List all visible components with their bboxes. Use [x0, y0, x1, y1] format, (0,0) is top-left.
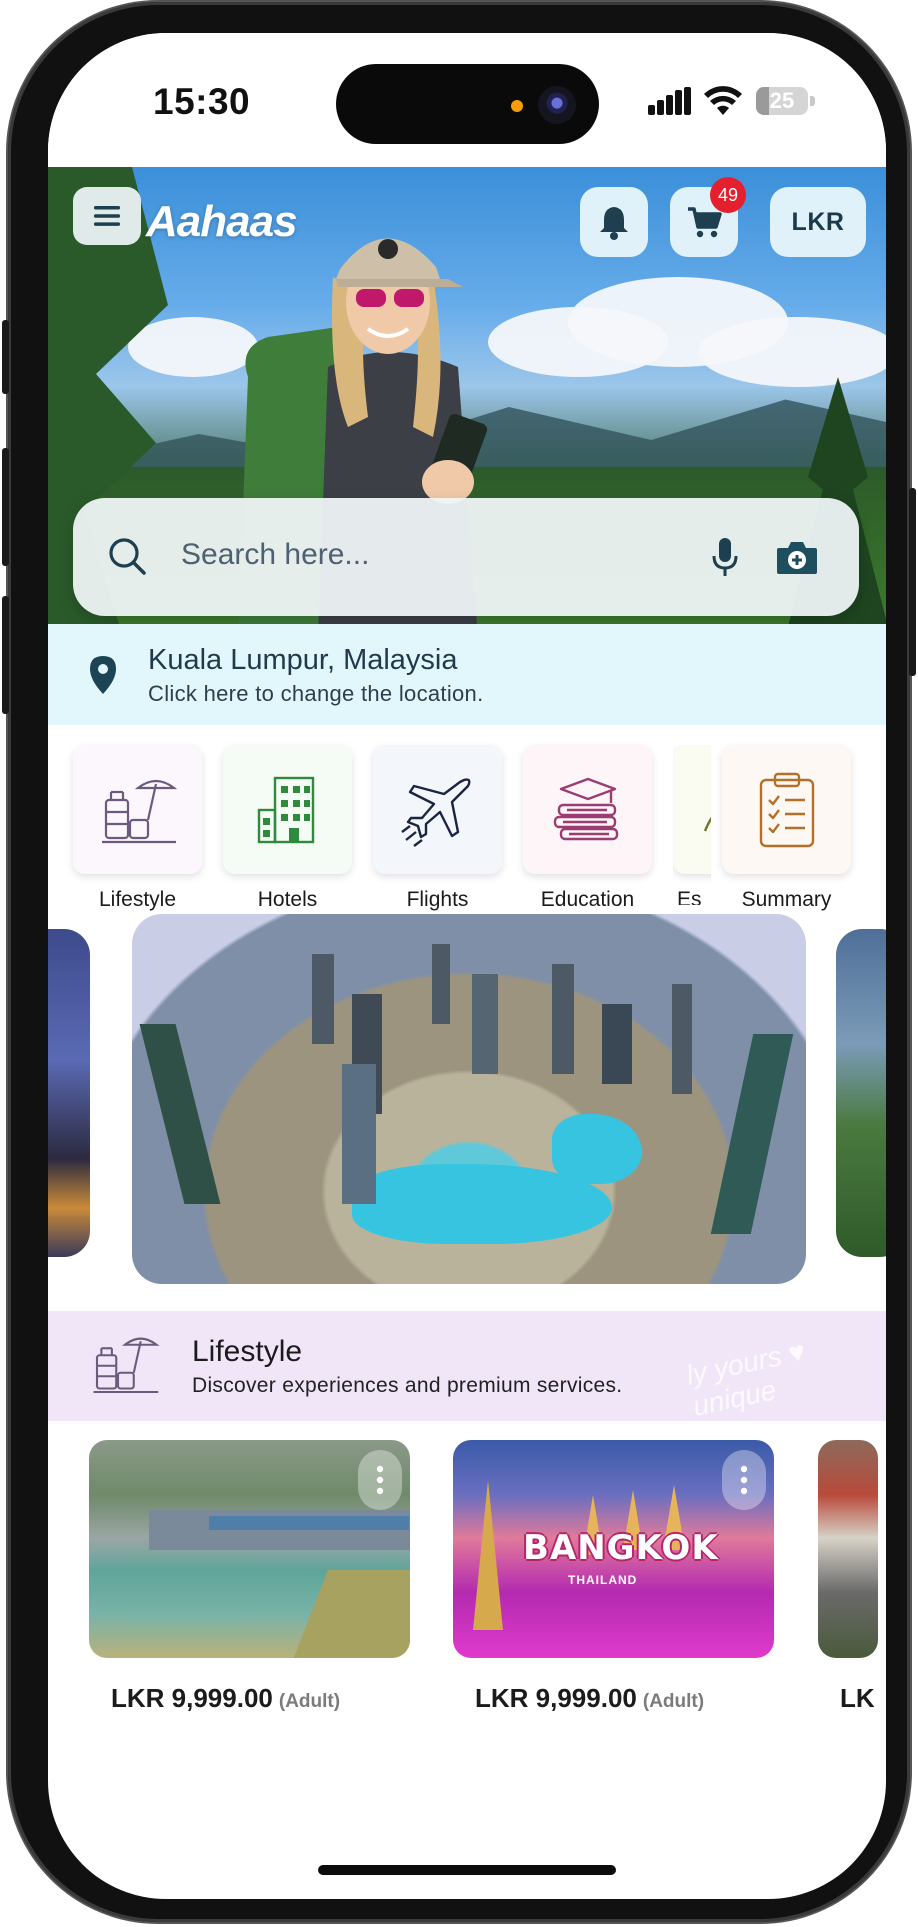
more-vertical-icon — [740, 1465, 748, 1495]
airplane-icon — [400, 777, 471, 847]
category-list: Lifestyle Hotels Flights Education Es Su… — [48, 745, 886, 911]
volume-down-button — [2, 596, 9, 714]
bangkok-text: BANGKOK — [523, 1528, 719, 1568]
price-unit: (Adult) — [278, 1691, 341, 1712]
search-icon — [109, 538, 146, 575]
search-bar[interactable]: Search here... — [73, 498, 859, 616]
wifi-icon — [704, 86, 742, 115]
side-button — [2, 320, 9, 394]
banner-slide-prev[interactable] — [48, 929, 90, 1257]
camera-icon[interactable] — [775, 538, 819, 576]
notifications-button[interactable] — [580, 187, 648, 257]
hotel-building-icon — [257, 776, 314, 843]
category-label: Hotels — [257, 888, 318, 911]
category-label: Education — [540, 888, 635, 911]
price-unit: (Adult) — [642, 1691, 705, 1712]
category-flights[interactable]: Flights — [373, 745, 502, 911]
more-options-button[interactable] — [722, 1450, 766, 1510]
cart-count-badge: 49 — [710, 177, 746, 213]
category-lifestyle[interactable]: Lifestyle — [73, 745, 202, 911]
currency-label: LKR — [791, 207, 845, 236]
bell-icon — [600, 207, 628, 240]
product-price: LKR 9,999.00 (Adult) — [111, 1683, 340, 1714]
category-summary[interactable]: Summary — [722, 745, 851, 911]
banner-slide-current[interactable] — [132, 914, 806, 1284]
home-indicator[interactable] — [318, 1865, 616, 1875]
search-input[interactable]: Search here... — [181, 538, 369, 572]
phone-frame: 15:30 25 Aahaas 49 LKR Search here... Ku… — [2, 2, 916, 1922]
location-city: Kuala Lumpur, Malaysia — [148, 644, 458, 676]
category-hotels[interactable]: Hotels — [223, 745, 352, 911]
status-bar: 15:30 25 — [48, 33, 886, 167]
price-value: LK — [840, 1683, 875, 1713]
lifestyle-icon — [101, 779, 177, 843]
category-label: Summary — [741, 888, 832, 911]
price-value: LKR 9,999.00 — [475, 1683, 637, 1713]
battery-tip — [810, 96, 815, 106]
clipboard-icon — [759, 772, 814, 847]
section-subtitle: Discover experiences and premium service… — [192, 1374, 623, 1397]
clock: 15:30 — [153, 81, 251, 122]
banner-slide-next[interactable] — [836, 929, 886, 1257]
app-logo[interactable]: Aahaas — [146, 197, 298, 247]
screen: 15:30 25 Aahaas 49 LKR Search here... Ku… — [48, 33, 886, 1899]
volume-up-button — [2, 448, 9, 566]
essentials-icon — [703, 815, 711, 831]
price-value: LKR 9,999.00 — [111, 1683, 273, 1713]
category-essentials[interactable]: Es — [673, 745, 711, 905]
thailand-text: THAILAND — [568, 1573, 638, 1587]
product-price: LKR 9,999.00 (Adult) — [475, 1683, 704, 1714]
section-watermark: ly yours ♥ unique — [683, 1335, 809, 1421]
power-button — [909, 488, 916, 676]
category-label: Flights — [406, 888, 469, 911]
product-image — [818, 1440, 878, 1658]
lifestyle-section-header: Lifestyle Discover experiences and premi… — [48, 1311, 886, 1421]
product-card[interactable]: LK — [818, 1440, 886, 1740]
product-card[interactable]: BANGKOK THAILAND LKR 9,999.00 (Adult) — [453, 1440, 774, 1740]
cart-icon — [688, 207, 722, 238]
product-price: LK — [840, 1683, 875, 1714]
privacy-indicator — [511, 100, 523, 112]
location-pin-icon — [90, 656, 116, 694]
hamburger-menu-icon — [94, 206, 120, 226]
category-education[interactable]: Education — [523, 745, 652, 911]
microphone-icon[interactable] — [711, 536, 739, 578]
lifestyle-icon — [93, 1337, 160, 1394]
hero-banner: Aahaas 49 LKR Search here... — [48, 167, 886, 624]
menu-button[interactable] — [73, 187, 141, 245]
category-label: Lifestyle — [98, 888, 177, 911]
dynamic-island — [336, 64, 599, 144]
section-title: Lifestyle — [192, 1335, 303, 1368]
cart-button[interactable]: 49 — [670, 177, 746, 257]
more-options-button[interactable] — [358, 1450, 402, 1510]
battery-level: 25 — [769, 88, 795, 113]
product-card[interactable]: LKR 9,999.00 (Adult) — [89, 1440, 410, 1740]
more-vertical-icon — [376, 1465, 384, 1495]
currency-selector[interactable]: LKR — [770, 187, 866, 257]
education-books-icon — [553, 777, 618, 840]
front-camera — [538, 86, 576, 124]
location-hint: Click here to change the location. — [148, 681, 484, 706]
cellular-signal-icon — [648, 87, 692, 115]
location-bar[interactable]: Kuala Lumpur, Malaysia Click here to cha… — [48, 624, 886, 725]
battery-icon: 25 — [756, 87, 808, 115]
